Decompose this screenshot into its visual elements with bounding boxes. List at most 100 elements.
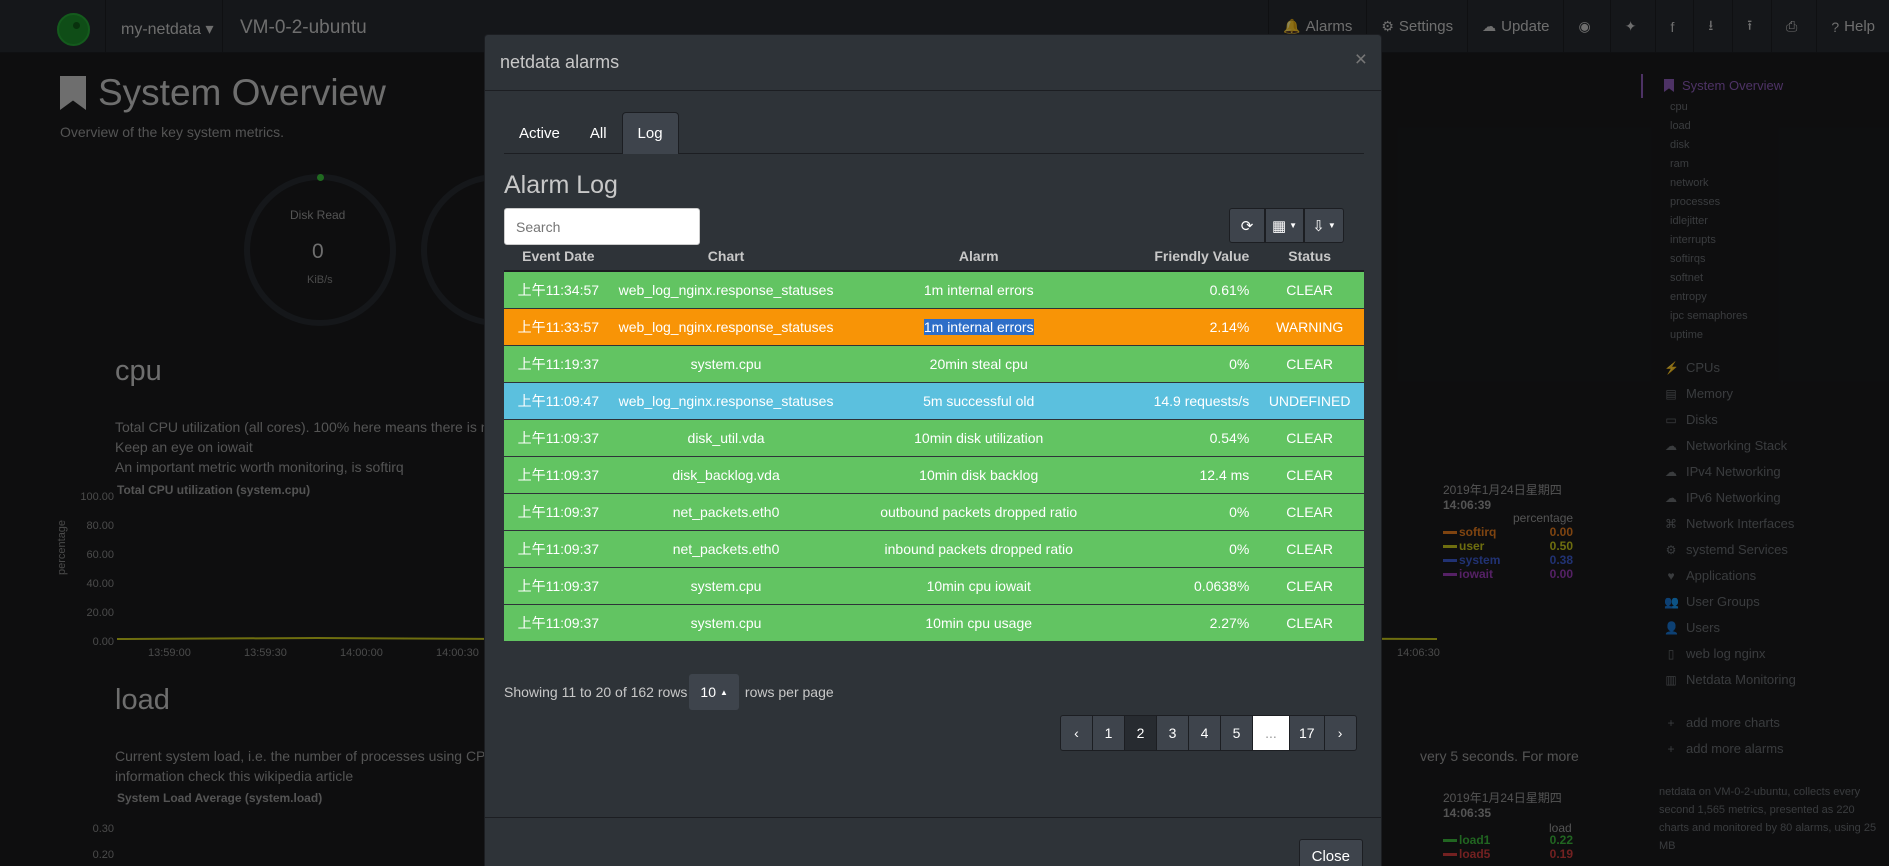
showing-text: Showing 11 to 20 of 162 rows <box>504 684 688 700</box>
modal-footer: Close <box>485 817 1381 866</box>
friendly-value-cell: 2.14% <box>1117 308 1256 346</box>
alarm-cell: 1m internal errors <box>839 271 1118 309</box>
columns-icon: ▦ <box>1271 217 1287 235</box>
close-icon[interactable]: × <box>1355 48 1367 72</box>
status-cell: CLEAR <box>1255 345 1364 383</box>
event-date-cell: 上午11:09:47 <box>504 382 613 420</box>
friendly-value-cell: 0% <box>1117 530 1256 568</box>
table-row[interactable]: 上午11:09:37 system.cpu 10min cpu usage 2.27%… <box>504 604 1364 642</box>
event-date-cell: 上午11:09:37 <box>504 604 613 642</box>
rows-per-page-suffix: rows per page <box>744 684 834 700</box>
column-header-event-date[interactable]: Event Date <box>504 242 613 272</box>
column-header-status[interactable]: Status <box>1255 242 1364 272</box>
close-button[interactable]: Close <box>1298 839 1363 866</box>
refresh-button[interactable]: ⟳ <box>1229 208 1265 243</box>
modal-title: netdata alarms <box>500 52 620 72</box>
alarm-tabs: Active All Log <box>504 112 1364 154</box>
refresh-icon: ⟳ <box>1240 217 1254 235</box>
chart-cell: web_log_nginx.response_statuses <box>612 271 840 309</box>
status-cell: CLEAR <box>1255 493 1364 531</box>
status-cell: CLEAR <box>1255 271 1364 309</box>
next-page-button[interactable]: › <box>1323 715 1357 751</box>
table-row[interactable]: 上午11:09:47 web_log_nginx.response_statuse… <box>504 382 1364 420</box>
page-3-button[interactable]: 3 <box>1156 715 1189 751</box>
columns-button[interactable]: ▦ ▼ <box>1265 208 1304 243</box>
table-row[interactable]: 上午11:19:37 system.cpu 20min steal cpu 0% CLE… <box>504 345 1364 383</box>
rows-per-page-value: 10 <box>700 684 716 700</box>
pagination: ‹ 1 2 3 4 5... 17 › <box>1060 715 1357 751</box>
event-date-cell: 上午11:09:37 <box>504 419 613 457</box>
alarm-cell: 5m successful old <box>839 382 1118 420</box>
friendly-value-cell: 2.27% <box>1117 604 1256 642</box>
chart-cell: net_packets.eth0 <box>612 530 840 568</box>
pagination-info: Showing 11 to 20 of 162 rows 10 ▲ rows p… <box>504 674 834 710</box>
status-cell: CLEAR <box>1255 530 1364 568</box>
column-header-chart[interactable]: Chart <box>612 242 840 272</box>
table-toolbar: ⟳ ▦ ▼ ⇩ ▼ <box>1229 208 1344 243</box>
status-cell: CLEAR <box>1255 419 1364 457</box>
export-button[interactable]: ⇩ ▼ <box>1304 208 1344 243</box>
caret-up-icon: ▲ <box>720 687 728 697</box>
status-cell: WARNING <box>1255 308 1364 346</box>
page-2-button[interactable]: 2 <box>1124 715 1157 751</box>
chart-cell: disk_util.vda <box>612 419 840 457</box>
export-icon: ⇩ <box>1312 217 1325 235</box>
alarm-cell: 10min disk backlog <box>839 456 1118 494</box>
event-date-cell: 上午11:09:37 <box>504 493 613 531</box>
friendly-value-cell: 12.4 ms <box>1117 456 1256 494</box>
friendly-value-cell: 0.61% <box>1117 271 1256 309</box>
table-row[interactable]: 上午11:33:57 web_log_nginx.response_statuse… <box>504 308 1364 346</box>
friendly-value-cell: 14.9 requests/s <box>1117 382 1256 420</box>
tab-active[interactable]: Active <box>504 112 575 154</box>
alarm-cell: 10min disk utilization <box>839 419 1118 457</box>
status-cell: CLEAR <box>1255 604 1364 642</box>
chart-cell: disk_backlog.vda <box>612 456 840 494</box>
page-ellipsis: ... <box>1252 715 1290 751</box>
table-row[interactable]: 上午11:34:57 web_log_nginx.response_statuse… <box>504 271 1364 309</box>
alarm-cell: 10min cpu usage <box>839 604 1118 642</box>
friendly-value-cell: 0.0638% <box>1117 567 1256 605</box>
table-row[interactable]: 上午11:09:37 system.cpu 10min cpu iowait 0.06… <box>504 567 1364 605</box>
alarm-cell: 1m internal errors <box>839 308 1118 346</box>
friendly-value-cell: 0.54% <box>1117 419 1256 457</box>
table-row[interactable]: 上午11:09:37 disk_backlog.vda 10min disk bac… <box>504 456 1364 494</box>
alarm-cell: 10min cpu iowait <box>839 567 1118 605</box>
caret-down-icon: ▼ <box>1289 221 1298 230</box>
event-date-cell: 上午11:09:37 <box>504 456 613 494</box>
table-row[interactable]: 上午11:09:37 disk_util.vda 10min disk utiliz… <box>504 419 1364 457</box>
rows-per-page-dropdown[interactable]: 10 ▲ <box>689 674 739 710</box>
status-cell: CLEAR <box>1255 567 1364 605</box>
modal-header: netdata alarms × <box>485 35 1381 91</box>
page-4-button[interactable]: 4 <box>1188 715 1221 751</box>
page-17-button[interactable]: 17 <box>1289 715 1325 751</box>
alarm-log-body: 上午11:34:57 web_log_nginx.response_statuse… <box>504 271 1364 642</box>
alarm-log-table: Event Date Chart Alarm Friendly Value St… <box>504 242 1364 642</box>
table-header-row: Event Date Chart Alarm Friendly Value St… <box>504 242 1364 272</box>
chart-cell: system.cpu <box>612 604 840 642</box>
chart-cell: system.cpu <box>612 567 840 605</box>
search-input[interactable] <box>504 208 700 245</box>
tab-log[interactable]: Log <box>621 112 679 154</box>
friendly-value-cell: 0% <box>1117 345 1256 383</box>
selected-text: 1m internal errors <box>923 318 1034 335</box>
page-5-button[interactable]: 5 <box>1220 715 1253 751</box>
alarm-cell: 20min steal cpu <box>839 345 1118 383</box>
tab-all[interactable]: All <box>575 112 622 154</box>
prev-page-button[interactable]: ‹ <box>1060 715 1093 751</box>
table-row[interactable]: 上午11:09:37 net_packets.eth0 inbound packet… <box>504 530 1364 568</box>
status-cell: CLEAR <box>1255 456 1364 494</box>
column-header-friendly-value[interactable]: Friendly Value <box>1117 242 1256 272</box>
friendly-value-cell: 0% <box>1117 493 1256 531</box>
column-header-alarm[interactable]: Alarm <box>839 242 1118 272</box>
event-date-cell: 上午11:09:37 <box>504 530 613 568</box>
event-date-cell: 上午11:33:57 <box>504 308 613 346</box>
table-row[interactable]: 上午11:09:37 net_packets.eth0 outbound packe… <box>504 493 1364 531</box>
page-1-button[interactable]: 1 <box>1092 715 1125 751</box>
alarms-modal: netdata alarms × Active All Log Alarm Log … <box>484 34 1382 866</box>
alarm-cell: inbound packets dropped ratio <box>839 530 1118 568</box>
alarm-log-title: Alarm Log <box>504 171 618 199</box>
status-cell: UNDEFINED <box>1255 382 1364 420</box>
caret-down-icon: ▼ <box>1327 221 1336 230</box>
chart-cell: web_log_nginx.response_statuses <box>612 308 840 346</box>
event-date-cell: 上午11:34:57 <box>504 271 613 309</box>
